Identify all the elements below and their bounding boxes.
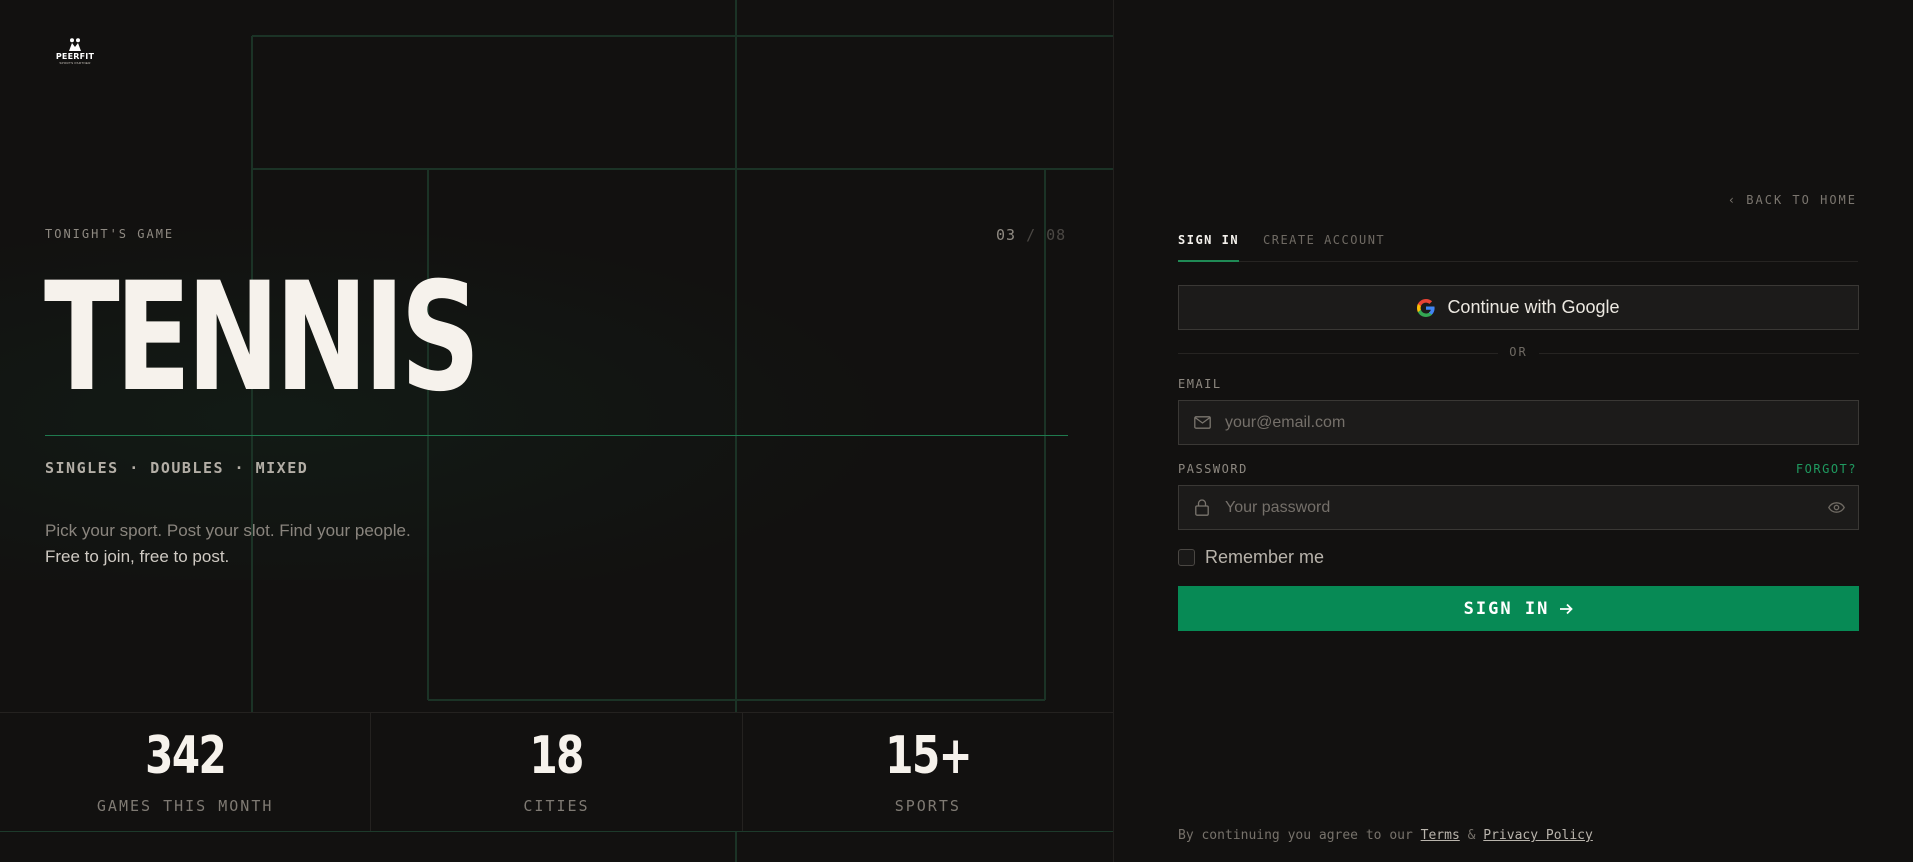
- mail-icon: [1179, 416, 1225, 429]
- lock-icon: [1179, 499, 1225, 516]
- brand-logo[interactable]: PEERFIT SPORTS PARTNER: [55, 38, 95, 70]
- tab-create-account[interactable]: CREATE ACCOUNT: [1263, 230, 1385, 250]
- slide-counter: 03 / 08: [996, 226, 1066, 244]
- hero-eyebrow: TONIGHT'S GAME: [45, 227, 175, 241]
- continue-with-google-button[interactable]: Continue with Google: [1178, 285, 1859, 330]
- pitch-line-1: Pick your sport. Post your slot. Find yo…: [45, 521, 411, 540]
- stat-value: 342: [145, 726, 227, 786]
- stat-value: 18: [529, 726, 585, 786]
- email-input[interactable]: [1225, 401, 1858, 444]
- pitch-line-2: Free to join, free to post.: [45, 547, 230, 566]
- stat-cities: 18 CITIES: [371, 713, 743, 831]
- terms-link[interactable]: Terms: [1421, 828, 1460, 843]
- arrow-right-icon: [1560, 603, 1574, 614]
- stat-games: 342 GAMES THIS MONTH: [0, 713, 372, 831]
- stat-value: 15+: [884, 726, 972, 786]
- password-label: PASSWORD: [1178, 462, 1248, 476]
- stats-bar: 342 GAMES THIS MONTH 18 CITIES 15+ SPORT…: [0, 712, 1113, 832]
- legal-prefix: By continuing you agree to our: [1178, 828, 1413, 843]
- chevron-left-icon: ‹: [1727, 193, 1738, 207]
- remember-me-checkbox[interactable]: [1178, 549, 1195, 566]
- legal-and: &: [1467, 828, 1476, 843]
- brand-tagline: SPORTS PARTNER: [59, 61, 91, 65]
- google-icon: [1417, 298, 1436, 317]
- brand-name: PEERFIT: [55, 52, 95, 61]
- auth-tabs: SIGN IN CREATE ACCOUNT: [1178, 230, 1858, 262]
- hero-pitch: Pick your sport. Post your slot. Find yo…: [45, 518, 411, 570]
- remember-me-toggle[interactable]: Remember me: [1178, 547, 1324, 568]
- password-input[interactable]: [1225, 486, 1814, 529]
- legal-notice: By continuing you agree to our Terms & P…: [1178, 828, 1593, 843]
- remember-me-label: Remember me: [1205, 547, 1325, 567]
- sport-title: TENNIS: [44, 251, 480, 425]
- password-field-box: [1178, 485, 1859, 530]
- slide-counter-current: 03: [996, 226, 1017, 244]
- slide-counter-separator: /: [1026, 226, 1037, 244]
- stat-label: SPORTS: [894, 797, 961, 815]
- stat-label: CITIES: [523, 797, 590, 815]
- logo-mark: [69, 38, 81, 51]
- forgot-password-link[interactable]: FORGOT?: [1796, 462, 1857, 476]
- auth-panel: ‹ BACK TO HOME SIGN IN CREATE ACCOUNT Co…: [1113, 0, 1913, 862]
- hero-panel: PEERFIT SPORTS PARTNER TONIGHT'S GAME 03…: [0, 0, 1113, 862]
- email-label: EMAIL: [1178, 377, 1222, 391]
- back-to-home-label: BACK TO HOME: [1746, 193, 1857, 207]
- back-to-home-link[interactable]: ‹ BACK TO HOME: [1728, 193, 1857, 207]
- email-field-box: [1178, 400, 1859, 445]
- or-label: OR: [1509, 345, 1528, 359]
- privacy-policy-link[interactable]: Privacy Policy: [1483, 828, 1593, 843]
- stat-label: GAMES THIS MONTH: [96, 797, 274, 815]
- eye-icon[interactable]: [1814, 502, 1858, 513]
- google-button-label: Continue with Google: [1447, 297, 1620, 317]
- slide-counter-total: 08: [1046, 226, 1067, 244]
- tab-sign-in[interactable]: SIGN IN: [1178, 230, 1240, 262]
- sign-in-button[interactable]: SIGN IN: [1178, 586, 1859, 631]
- stat-sports: 15+ SPORTS: [743, 713, 1113, 831]
- sport-formats: SINGLES · DOUBLES · MIXED: [45, 459, 309, 477]
- hero-divider: [45, 435, 1068, 436]
- sign-in-button-label: SIGN IN: [1463, 598, 1550, 619]
- or-divider: OR: [1178, 345, 1859, 361]
